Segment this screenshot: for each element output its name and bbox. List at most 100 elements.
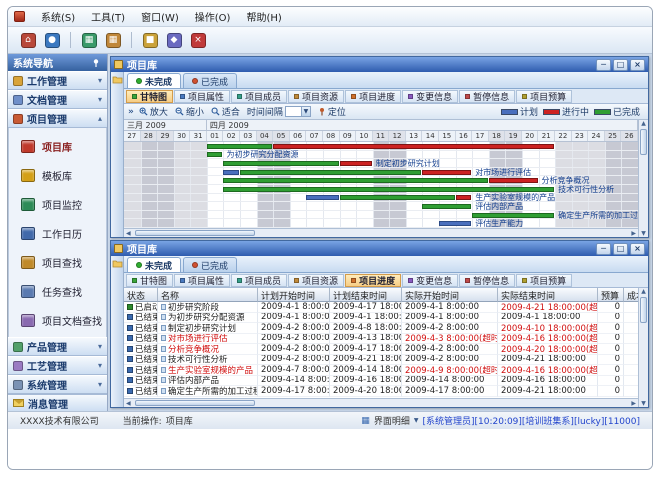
sidebar-item[interactable]: 项目查找 [9, 248, 106, 277]
gantt-bar[interactable] [223, 161, 338, 166]
lock-button[interactable]: ■ [140, 30, 160, 50]
scrollbar-thumb[interactable] [135, 400, 255, 406]
subtab[interactable]: 甘特图 [126, 90, 173, 103]
gantt-bar[interactable] [489, 178, 538, 183]
scroll-down-icon[interactable]: ▼ [641, 400, 646, 407]
sidebar-section-docs[interactable]: 文档管理 ▾ [8, 90, 107, 109]
zoom-out-button[interactable]: 缩小 [173, 105, 206, 118]
table-row[interactable]: 已结束确定生产所需的加工过程2009-4-17 8:00:002009-4-20… [124, 386, 638, 397]
zoom-in-button[interactable]: 放大 [137, 105, 170, 118]
subtab[interactable]: 项目进度 [345, 274, 401, 287]
sidebar-tab-messages[interactable]: 消息管理 [8, 394, 107, 411]
column-header[interactable]: 实际开始时间 [402, 288, 498, 302]
gantt-bar[interactable] [422, 170, 471, 175]
gantt-bar[interactable] [207, 144, 272, 149]
table-row[interactable]: 已结束为初步研究分配资源2009-4-1 8:00:002009-4-1 18:… [124, 313, 638, 324]
project-tab[interactable]: 已完成 [183, 257, 237, 272]
scroll-right-icon[interactable]: ▶ [629, 400, 638, 407]
table-row[interactable]: 已结束分析竞争概况2009-4-2 8:00:002009-4-17 18:00… [124, 344, 638, 355]
column-header[interactable]: 计划开始时间 [258, 288, 330, 302]
column-header[interactable]: 成本 [624, 288, 638, 302]
menu-item[interactable]: 窗口(W) [133, 7, 187, 26]
pin-icon[interactable] [92, 58, 102, 68]
gantt-bar[interactable] [456, 195, 472, 200]
scrollbar-thumb[interactable] [135, 230, 255, 236]
gantt-bar[interactable] [207, 152, 223, 157]
table-row[interactable]: 已启动初步研究阶段2009-4-1 8:00:002009-4-17 18:00… [124, 302, 638, 313]
gantt-bar[interactable] [240, 170, 421, 175]
subtab[interactable]: 甘特图 [126, 274, 173, 287]
gantt-vertical-scrollbar[interactable]: ▲ ▼ [638, 120, 648, 237]
sidebar-section-craft[interactable]: 工艺管理 ▾ [8, 356, 107, 375]
table-row[interactable]: 已结束生产实验室规模的产品2009-4-7 8:00:002009-4-14 1… [124, 365, 638, 376]
menu-item[interactable]: 工具(T) [83, 7, 133, 26]
subtab[interactable]: 项目预算 [516, 274, 572, 287]
sidebar-item[interactable]: 模板库 [9, 161, 106, 190]
sidebar-item[interactable]: 项目监控 [9, 190, 106, 219]
column-header[interactable]: 计划结束时间 [330, 288, 402, 302]
view-detail-dropdown[interactable]: 界面明细 [374, 414, 410, 427]
time-interval-control[interactable]: 时间间隔 ▼ [245, 105, 313, 118]
caret-down-icon[interactable]: ▼ [414, 417, 419, 424]
gantt-bar[interactable] [223, 170, 239, 175]
subtab[interactable]: 暂停信息 [459, 90, 515, 103]
home-button[interactable]: ⌂ [18, 30, 38, 50]
report-button[interactable]: ▦ [79, 30, 99, 50]
project-tab[interactable]: 已完成 [183, 73, 237, 88]
time-interval-dropdown[interactable]: ▼ [285, 106, 311, 117]
zoom-fit-button[interactable]: 适合 [209, 105, 242, 118]
gantt-bar[interactable] [273, 144, 554, 149]
table-vertical-scrollbar[interactable]: ▲ ▼ [638, 288, 648, 407]
exit-button[interactable]: × [188, 30, 208, 50]
table-row[interactable]: 已结束技术可行性分析2009-4-2 8:00:002009-4-21 18:0… [124, 355, 638, 366]
current-folder-tab[interactable] [111, 72, 124, 237]
sidebar-header[interactable]: 系统导航 [8, 54, 107, 71]
scroll-right-icon[interactable]: ▶ [629, 230, 638, 237]
sidebar-item[interactable]: 项目库 [9, 132, 106, 161]
maximize-icon[interactable]: □ [613, 59, 628, 71]
locate-button[interactable]: 定位 [316, 105, 348, 118]
sidebar-item[interactable]: 项目文档查找 [9, 306, 106, 335]
column-header[interactable]: 状态 [124, 288, 158, 302]
subtab[interactable]: 变更信息 [402, 274, 458, 287]
subtab[interactable]: 暂停信息 [459, 274, 515, 287]
gantt-bar[interactable] [223, 178, 487, 183]
table-window-titlebar[interactable]: 项目库 ─ □ × [111, 241, 648, 256]
table-row[interactable]: 已结束制定初步研究计划2009-4-2 8:00:002009-4-8 18:0… [124, 323, 638, 334]
sidebar-item[interactable]: 任务查找 [9, 277, 106, 306]
table-horizontal-scrollbar[interactable]: ◀ ▶ [124, 398, 638, 407]
gantt-bar[interactable] [340, 161, 372, 166]
table-row[interactable]: 已结束对市场进行评估2009-4-2 8:00:002009-4-13 18:0… [124, 334, 638, 345]
scroll-down-icon[interactable]: ▼ [641, 230, 646, 237]
column-header[interactable]: 预算 [598, 288, 624, 302]
current-folder-tab[interactable] [111, 256, 124, 407]
gantt-window-titlebar[interactable]: 项目库 ─ □ × [111, 57, 648, 72]
scroll-up-icon[interactable]: ▲ [641, 120, 646, 127]
project-tab[interactable]: 未完成 [127, 73, 181, 88]
maximize-icon[interactable]: □ [613, 243, 628, 255]
gantt-horizontal-scrollbar[interactable]: ◀ ▶ [124, 228, 638, 237]
settings-button[interactable]: ◆ [164, 30, 184, 50]
menu-item[interactable]: 系统(S) [33, 7, 83, 26]
subtab[interactable]: 项目成员 [231, 90, 287, 103]
scrollbar-thumb[interactable] [640, 297, 647, 323]
gantt-bar[interactable] [306, 195, 338, 200]
column-header[interactable]: 名称 [158, 288, 258, 302]
scrollbar-thumb[interactable] [640, 129, 647, 155]
subtab[interactable]: 项目成员 [231, 274, 287, 287]
table-row[interactable]: 已结束评估内部产品2009-4-14 8:00:002009-4-16 18:0… [124, 376, 638, 387]
subtab[interactable]: 项目预算 [516, 90, 572, 103]
project-tab[interactable]: 未完成 [127, 257, 181, 272]
scroll-left-icon[interactable]: ◀ [124, 400, 133, 407]
close-icon[interactable]: × [630, 243, 645, 255]
menu-item[interactable]: 帮助(H) [238, 7, 289, 26]
minimize-icon[interactable]: ─ [596, 59, 611, 71]
scroll-up-icon[interactable]: ▲ [641, 288, 646, 295]
subtab[interactable]: 项目资源 [288, 274, 344, 287]
calendar-button[interactable]: ▦ [103, 30, 123, 50]
close-icon[interactable]: × [630, 59, 645, 71]
minimize-icon[interactable]: ─ [596, 243, 611, 255]
gantt-bar[interactable] [439, 221, 471, 226]
overflow-chevron-icon[interactable]: » [128, 107, 134, 117]
sidebar-section-work[interactable]: 工作管理 ▾ [8, 71, 107, 90]
